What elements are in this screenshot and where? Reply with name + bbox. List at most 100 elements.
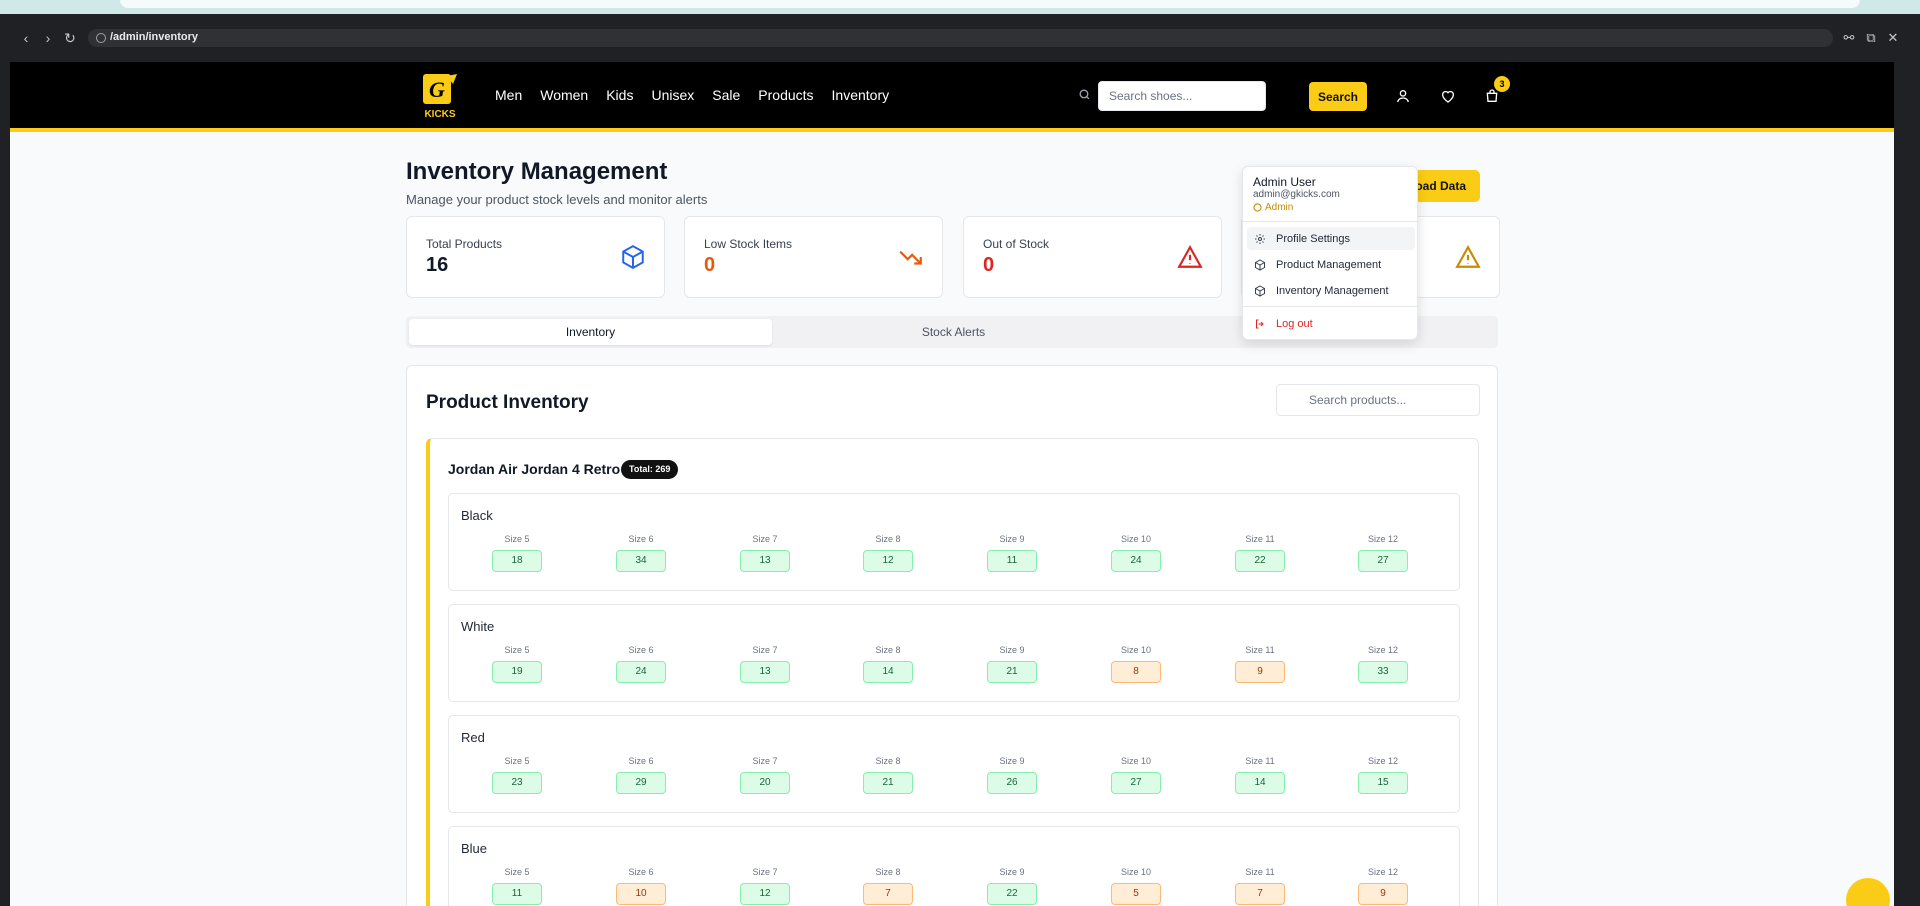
nav-men[interactable]: Men [495, 87, 522, 103]
stock-quantity-badge[interactable]: 22 [987, 883, 1037, 905]
stock-quantity-badge[interactable]: 33 [1358, 661, 1408, 683]
stock-quantity-badge[interactable]: 7 [863, 883, 913, 905]
tab-inventory[interactable]: Inventory [409, 319, 772, 345]
stock-quantity-badge[interactable]: 12 [740, 883, 790, 905]
stock-quantity-badge[interactable]: 5 [1111, 883, 1161, 905]
svg-text:G: G [429, 77, 445, 102]
os-tab-pill [120, 0, 1860, 8]
stock-quantity-badge[interactable]: 7 [1235, 883, 1285, 905]
size-label: Size 12 [1367, 756, 1399, 766]
menu-item-product-management[interactable]: Product Management [1247, 253, 1415, 276]
stock-quantity-badge[interactable]: 27 [1358, 550, 1408, 572]
stock-quantity-badge[interactable]: 19 [492, 661, 542, 683]
stock-quantity-badge[interactable]: 11 [492, 883, 542, 905]
nav-sale[interactable]: Sale [712, 87, 740, 103]
stock-quantity-badge[interactable]: 21 [863, 772, 913, 794]
nav-unisex[interactable]: Unisex [651, 87, 694, 103]
size-label: Size 11 [1245, 645, 1275, 655]
nav-women[interactable]: Women [540, 87, 588, 103]
stock-quantity-badge[interactable]: 27 [1111, 772, 1161, 794]
stock-quantity-badge[interactable]: 23 [492, 772, 542, 794]
stock-quantity-badge[interactable]: 26 [987, 772, 1037, 794]
stock-quantity-badge[interactable]: 20 [740, 772, 790, 794]
site-info-icon[interactable] [96, 33, 106, 43]
stock-quantity-badge[interactable]: 14 [863, 661, 913, 683]
stat-value: 0 [983, 254, 995, 276]
user-icon[interactable] [1395, 88, 1411, 104]
stock-quantity-badge[interactable]: 9 [1358, 883, 1408, 905]
stock-quantity-badge[interactable]: 9 [1235, 661, 1285, 683]
menu-item-inventory-management[interactable]: Inventory Management [1247, 279, 1415, 302]
user-role-label: Admin [1265, 202, 1294, 213]
stock-quantity-badge[interactable]: 10 [616, 883, 666, 905]
nav-inventory[interactable]: Inventory [832, 87, 890, 103]
size-cell: Size 9 22 [982, 867, 1042, 905]
size-cell: Size 12 33 [1353, 645, 1413, 683]
menu-item-logout[interactable]: Log out [1247, 312, 1415, 335]
size-cell: Size 6 10 [611, 867, 671, 905]
stock-quantity-badge[interactable]: 13 [740, 661, 790, 683]
nav-kids[interactable]: Kids [606, 87, 633, 103]
browser-window: ‹ › ↻ /admin/inventory ⚯ ⧉ ✕ G KICKS Men… [0, 14, 1920, 906]
size-label: Size 6 [628, 756, 654, 766]
forward-icon[interactable]: › [38, 28, 58, 48]
stock-quantity-badge[interactable]: 8 [1111, 661, 1161, 683]
restore-window-icon[interactable]: ⧉ [1862, 28, 1880, 48]
gkicks-logo[interactable]: G KICKS [417, 72, 463, 120]
page-title: Inventory Management [406, 158, 668, 185]
nav-products[interactable]: Products [758, 87, 813, 103]
size-label: Size 9 [999, 867, 1025, 877]
stat-label: Low Stock Items [704, 237, 793, 251]
tab-stock-alerts[interactable]: Stock Alerts [772, 319, 1135, 345]
stock-quantity-badge[interactable]: 24 [616, 661, 666, 683]
size-label: Size 10 [1120, 534, 1152, 544]
stock-quantity-badge[interactable]: 21 [987, 661, 1037, 683]
size-label: Size 7 [752, 867, 778, 877]
stock-quantity-badge[interactable]: 29 [616, 772, 666, 794]
user-email: admin@gkicks.com [1253, 189, 1340, 200]
size-cell: Size 5 19 [487, 645, 547, 683]
stock-quantity-badge[interactable]: 13 [740, 550, 790, 572]
size-cell: Size 10 5 [1106, 867, 1166, 905]
product-search-input[interactable] [1276, 384, 1480, 416]
stock-quantity-badge[interactable]: 24 [1111, 550, 1161, 572]
stock-quantity-badge[interactable]: 15 [1358, 772, 1408, 794]
stock-quantity-badge[interactable]: 12 [863, 550, 913, 572]
size-cell: Size 6 29 [611, 756, 671, 794]
color-name: White [461, 619, 495, 634]
back-icon[interactable]: ‹ [16, 28, 36, 48]
site-header: G KICKS Men Women Kids Unisex Sale Produ… [10, 62, 1894, 132]
search-button[interactable]: Search [1309, 82, 1367, 111]
stat-card-total-products: Total Products 16 [406, 216, 665, 298]
close-window-icon[interactable]: ✕ [1884, 28, 1902, 48]
size-cell: Size 9 11 [982, 534, 1042, 572]
stock-quantity-badge[interactable]: 14 [1235, 772, 1285, 794]
size-cell: Size 7 13 [735, 645, 795, 683]
browser-toolbar: ‹ › ↻ /admin/inventory ⚯ ⧉ ✕ [0, 14, 1920, 62]
stock-quantity-badge[interactable]: 22 [1235, 550, 1285, 572]
search-shoes-input[interactable] [1098, 81, 1266, 111]
package-icon [1255, 258, 1265, 271]
size-label: Size 12 [1367, 867, 1399, 877]
size-label: Size 6 [628, 534, 654, 544]
stat-card-out-of-stock: Out of Stock 0 [963, 216, 1222, 298]
size-cell: Size 9 26 [982, 756, 1042, 794]
size-cell: Size 7 12 [735, 867, 795, 905]
menu-item-profile-settings[interactable]: Profile Settings [1247, 227, 1415, 250]
user-role: Admin [1253, 202, 1293, 213]
trending-down-icon [899, 250, 922, 265]
cart-count-badge: 3 [1494, 76, 1510, 92]
extension-icon[interactable]: ⚯ [1840, 28, 1858, 48]
heart-icon[interactable] [1440, 88, 1456, 104]
stock-quantity-badge[interactable]: 34 [616, 550, 666, 572]
alert-triangle-icon [1177, 245, 1203, 268]
reload-icon[interactable]: ↻ [60, 28, 80, 48]
size-label: Size 8 [875, 534, 901, 544]
address-bar[interactable]: /admin/inventory [88, 29, 1833, 47]
stock-quantity-badge[interactable]: 11 [987, 550, 1037, 572]
size-label: Size 8 [875, 645, 901, 655]
package-icon [1255, 284, 1265, 297]
stock-quantity-badge[interactable]: 18 [492, 550, 542, 572]
color-variant-block: Blue Size 5 11 Size 6 10 Size 7 12 Size 8 7 Size … [448, 826, 1460, 906]
stat-label: Total Products [426, 237, 503, 251]
